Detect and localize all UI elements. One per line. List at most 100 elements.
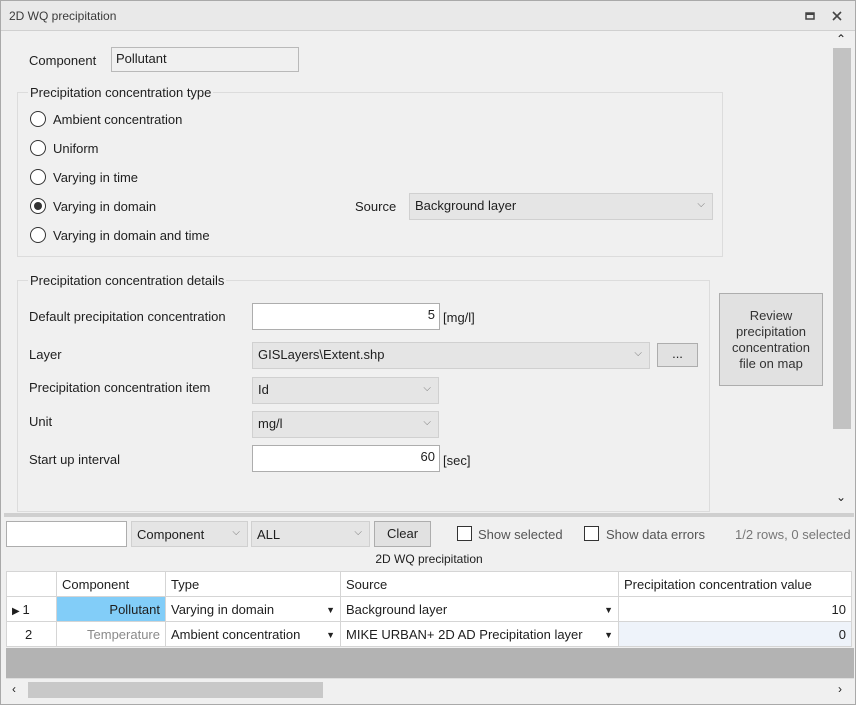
concentration-item-label: Precipitation concentration item <box>29 380 211 395</box>
unit-value: mg/l <box>258 416 283 431</box>
filter-value-dropdown[interactable]: ALL ⌵ <box>251 521 370 547</box>
dropdown-arrow-icon[interactable]: ▼ <box>604 630 613 640</box>
radio-label: Uniform <box>53 141 99 156</box>
dialog-window: 2D WQ precipitation Component Pollutant … <box>0 0 856 705</box>
browse-button[interactable]: ... <box>657 343 698 367</box>
radio-uniform[interactable] <box>30 140 46 156</box>
cell-concentration-value[interactable]: 10 <box>618 596 852 622</box>
chevron-down-icon: ⌵ <box>634 348 642 359</box>
grid-title: 2D WQ precipitation <box>4 549 854 569</box>
data-grid: Component Type Source Precipitation conc… <box>6 571 852 647</box>
table-row[interactable]: ▶ 1 Pollutant Varying in domain ▼ Backgr… <box>6 596 852 622</box>
scroll-left-icon[interactable]: ‹ <box>12 682 16 696</box>
scroll-down-icon[interactable]: ⌄ <box>836 490 846 504</box>
unit-dropdown[interactable]: mg/l ⌵ <box>252 411 439 438</box>
radio-varying-in-domain-and-time[interactable] <box>30 227 46 243</box>
close-icon[interactable] <box>828 7 846 25</box>
radio-label: Varying in domain and time <box>53 228 210 243</box>
review-button-line: concentration <box>731 340 811 355</box>
table-row[interactable]: 2 Temperature Ambient concentration ▼ MI… <box>6 621 852 647</box>
scroll-right-icon[interactable]: › <box>838 682 842 696</box>
cell-component[interactable]: Pollutant <box>56 596 166 622</box>
unit-label: Unit <box>29 414 53 429</box>
row-indicator[interactable]: ▶ 1 <box>6 596 57 622</box>
dropdown-arrow-icon[interactable]: ▼ <box>326 630 335 640</box>
review-on-map-button[interactable]: Review precipitation concentration file … <box>719 293 823 386</box>
filter-bar: Component ⌵ ALL ⌵ Clear Show selected Sh… <box>4 517 854 549</box>
component-field: Pollutant <box>111 47 299 72</box>
cell-component[interactable]: Temperature <box>56 621 166 647</box>
row-header-corner <box>6 571 57 597</box>
window-title: 2D WQ precipitation <box>9 9 117 23</box>
column-header-type[interactable]: Type <box>165 571 341 597</box>
form-panel: Component Pollutant Precipitation concen… <box>4 32 832 512</box>
clear-button[interactable]: Clear <box>374 521 431 547</box>
grid-header-row: Component Type Source Precipitation conc… <box>6 571 852 597</box>
cell-concentration-value[interactable]: 0 <box>618 621 852 647</box>
concentration-type-group-title: Precipitation concentration type <box>28 85 214 100</box>
filter-search-input[interactable] <box>6 521 127 547</box>
cell-type-value: Ambient concentration <box>171 626 301 642</box>
chevron-down-icon: ⌵ <box>232 527 240 538</box>
concentration-item-value: Id <box>258 382 269 397</box>
radio-label: Ambient concentration <box>53 112 183 127</box>
source-value: Background layer <box>415 198 517 213</box>
default-concentration-input[interactable]: 5 <box>252 303 440 330</box>
chevron-down-icon: ⌵ <box>423 417 431 428</box>
layer-value: GISLayers\Extent.shp <box>258 347 385 362</box>
cell-type[interactable]: Ambient concentration ▼ <box>165 621 341 647</box>
show-selected-label: Show selected <box>478 527 563 542</box>
scroll-up-icon[interactable]: ⌃ <box>836 32 846 46</box>
show-data-errors-checkbox[interactable] <box>584 526 599 541</box>
cell-source-value: MIKE URBAN+ 2D AD Precipitation layer <box>346 626 583 642</box>
startup-interval-input[interactable]: 60 <box>252 445 440 472</box>
review-button-line: Review <box>749 308 793 323</box>
column-header-concentration-value[interactable]: Precipitation concentration value <box>618 571 852 597</box>
source-label: Source <box>355 199 397 214</box>
cell-source[interactable]: MIKE URBAN+ 2D AD Precipitation layer ▼ <box>340 621 619 647</box>
layer-label: Layer <box>29 347 62 362</box>
scrollbar-thumb[interactable] <box>833 48 851 429</box>
show-data-errors-label: Show data errors <box>606 527 705 542</box>
cell-type-value: Varying in domain <box>171 601 275 617</box>
chevron-down-icon: ⌵ <box>354 527 362 538</box>
radio-varying-in-time[interactable] <box>30 169 46 185</box>
radio-ambient-concentration[interactable] <box>30 111 46 127</box>
source-dropdown[interactable]: Background layer ⌵ <box>409 193 713 220</box>
component-label: Component <box>29 53 97 68</box>
review-button-line: precipitation <box>735 324 807 339</box>
startup-interval-label: Start up interval <box>29 452 121 467</box>
review-button-line: file on map <box>739 356 803 371</box>
chevron-down-icon: ⌵ <box>423 383 431 394</box>
concentration-item-dropdown[interactable]: Id ⌵ <box>252 377 439 404</box>
chevron-down-icon: ⌵ <box>697 199 705 210</box>
radio-label: Varying in time <box>53 170 139 185</box>
restore-icon[interactable] <box>801 7 819 25</box>
row-number: 2 <box>25 626 33 642</box>
filter-field-dropdown[interactable]: Component ⌵ <box>131 521 248 547</box>
default-concentration-label: Default precipitation concentration <box>29 309 226 324</box>
horizontal-scrollbar[interactable]: ‹ › <box>6 678 854 700</box>
vertical-scrollbar[interactable]: ⌃ ⌄ <box>831 32 853 512</box>
layer-dropdown[interactable]: GISLayers\Extent.shp ⌵ <box>252 342 650 369</box>
column-header-source[interactable]: Source <box>340 571 619 597</box>
default-concentration-unit: [mg/l] <box>443 310 475 325</box>
scrollbar-thumb[interactable] <box>28 682 323 698</box>
dropdown-arrow-icon[interactable]: ▼ <box>326 605 335 615</box>
column-header-component[interactable]: Component <box>56 571 166 597</box>
filter-value: ALL <box>257 527 281 542</box>
cell-source-value: Background layer <box>346 601 448 617</box>
startup-interval-unit: [sec] <box>443 453 471 468</box>
dropdown-arrow-icon[interactable]: ▼ <box>604 605 613 615</box>
row-status-text: 1/2 rows, 0 selected <box>735 527 851 542</box>
row-number: 1 <box>22 601 30 617</box>
concentration-details-group-title: Precipitation concentration details <box>28 273 227 288</box>
title-bar: 2D WQ precipitation <box>1 1 855 31</box>
show-selected-checkbox[interactable] <box>457 526 472 541</box>
radio-label: Varying in domain <box>53 199 157 214</box>
cell-type[interactable]: Varying in domain ▼ <box>165 596 341 622</box>
radio-varying-in-domain[interactable] <box>30 198 46 214</box>
row-indicator[interactable]: 2 <box>6 621 57 647</box>
cell-source[interactable]: Background layer ▼ <box>340 596 619 622</box>
grid-empty-area <box>6 648 854 678</box>
